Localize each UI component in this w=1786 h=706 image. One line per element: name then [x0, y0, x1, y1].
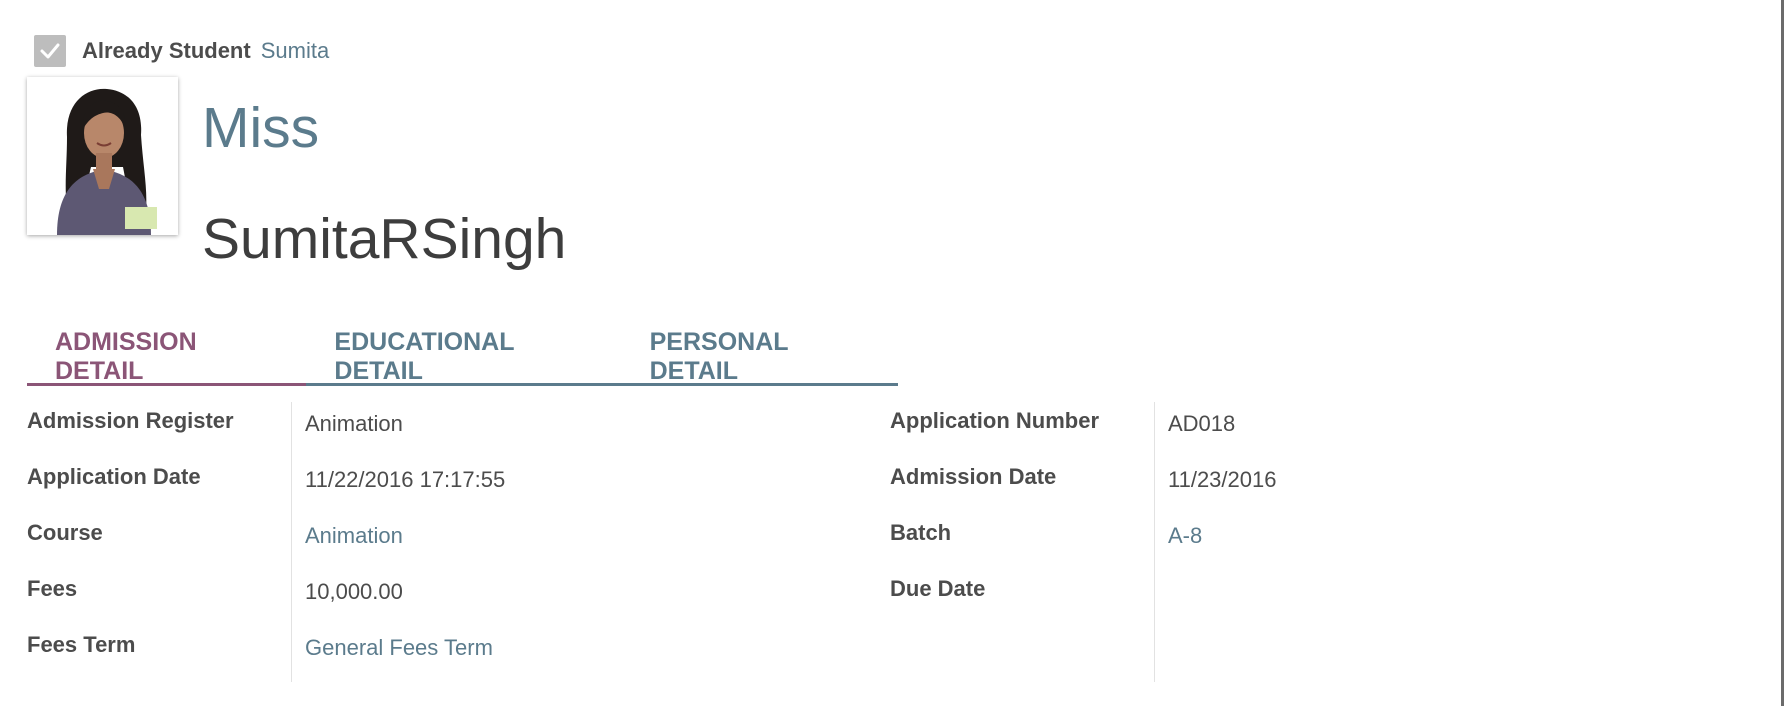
batch-link[interactable]: A-8	[1168, 523, 1202, 549]
field-course: Course Animation	[27, 512, 887, 568]
already-student-checkbox[interactable]	[34, 35, 66, 67]
field-fees: Fees 10,000.00	[27, 568, 887, 624]
course-link[interactable]: Animation	[305, 523, 403, 549]
field-fees-term: Fees Term General Fees Term	[27, 624, 887, 680]
course-label: Course	[27, 520, 103, 545]
fees-term-label: Fees Term	[27, 632, 136, 657]
already-student-row: Already Student Sumita	[34, 35, 329, 67]
scrollbar[interactable]	[1781, 0, 1784, 706]
partner-link[interactable]: Sumita	[261, 38, 329, 64]
tab-admission-detail[interactable]: ADMISSION DETAIL	[27, 328, 307, 386]
application-number-value[interactable]: AD018	[1168, 411, 1235, 437]
batch-label: Batch	[890, 520, 952, 545]
admission-right-group: Application Number AD018 Admission Date …	[890, 400, 1750, 682]
tab-educational-detail[interactable]: EDUCATIONAL DETAIL	[306, 328, 621, 385]
fees-term-link[interactable]: General Fees Term	[305, 635, 493, 661]
admission-register-label: Admission Register	[27, 408, 234, 433]
fees-label: Fees	[27, 576, 78, 601]
field-admission-register: Admission Register Animation	[27, 400, 887, 456]
admission-register-value[interactable]: Animation	[305, 411, 403, 437]
due-date-label: Due Date	[890, 576, 986, 601]
student-photo	[27, 77, 178, 235]
notebook-tabs: ADMISSION DETAIL EDUCATIONAL DETAIL PERS…	[27, 328, 898, 386]
admission-left-group: Admission Register Animation Application…	[27, 400, 887, 682]
avatar[interactable]	[27, 77, 178, 235]
tab-personal-detail[interactable]: PERSONAL DETAIL	[622, 328, 898, 385]
admission-date-value[interactable]: 11/23/2016	[1168, 467, 1276, 493]
application-date-label: Application Date	[27, 464, 201, 489]
field-due-date: Due Date	[890, 568, 1750, 624]
fees-value[interactable]: 10,000.00	[305, 579, 403, 605]
admission-date-label: Admission Date	[890, 464, 1057, 489]
field-admission-date: Admission Date 11/23/2016	[890, 456, 1750, 512]
student-title[interactable]: Miss	[202, 95, 319, 161]
checkmark-icon	[40, 43, 60, 59]
already-student-label: Already Student	[82, 38, 251, 63]
field-application-number: Application Number AD018	[890, 400, 1750, 456]
field-batch: Batch A-8	[890, 512, 1750, 568]
application-number-label: Application Number	[890, 408, 1100, 433]
application-date-value[interactable]: 11/22/2016 17:17:55	[305, 467, 505, 493]
student-name[interactable]: SumitaRSingh	[202, 206, 566, 272]
field-application-date: Application Date 11/22/2016 17:17:55	[27, 456, 887, 512]
